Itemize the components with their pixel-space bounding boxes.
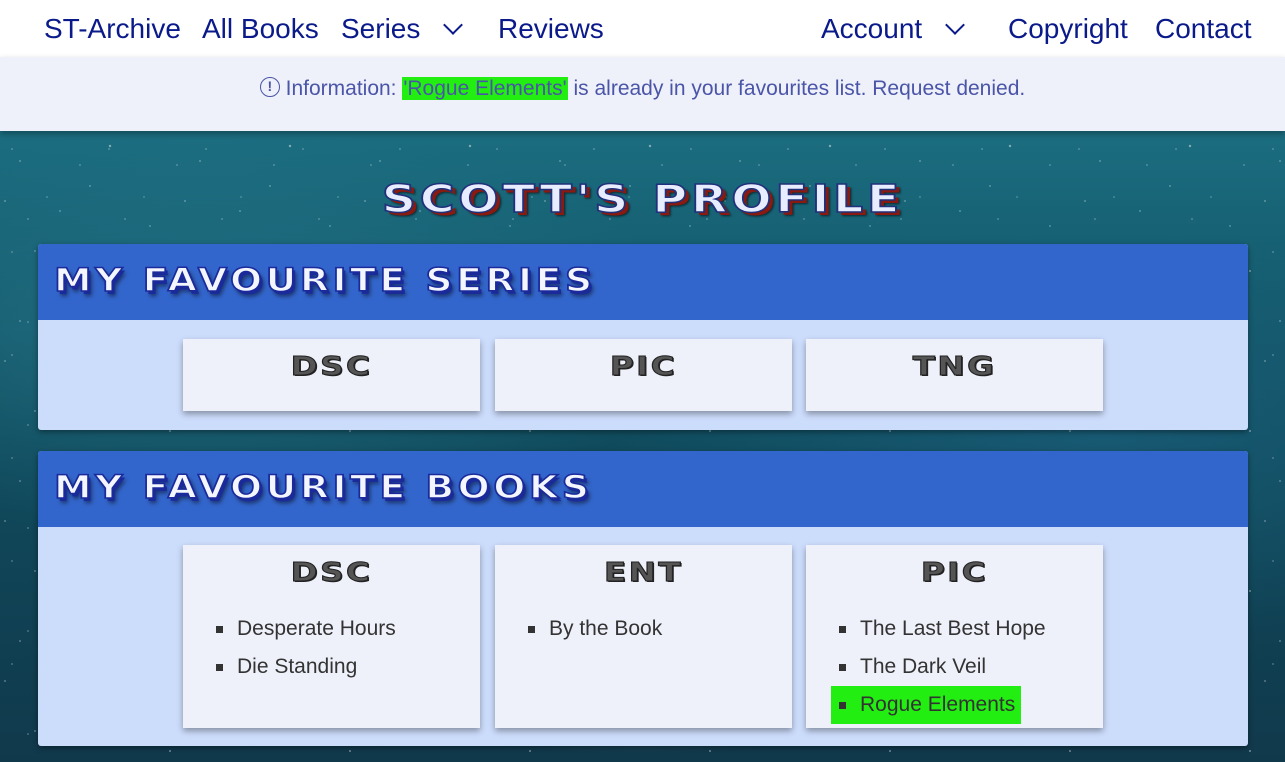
- page-title: Scott's Profile: [381, 176, 904, 222]
- top-navbar: ST-Archive All Books Series Reviews Acco…: [0, 0, 1285, 57]
- panel-title: My Favourite Series: [53, 260, 596, 300]
- nav-series-dropdown[interactable]: Series: [341, 10, 464, 48]
- info-alert: ! Information: 'Rogue Elements' is alrea…: [0, 57, 1285, 131]
- nav-all-books[interactable]: All Books: [202, 10, 319, 48]
- book-list: Desperate Hours Die Standing: [183, 610, 480, 686]
- books-card-dsc: DSC Desperate Hours Die Standing: [183, 545, 480, 728]
- info-circle-icon: !: [259, 77, 280, 98]
- alert-prefix: Information:: [285, 77, 403, 100]
- books-card-ent: ENT By the Book: [495, 545, 792, 728]
- book-list: By the Book: [495, 610, 792, 648]
- series-card[interactable]: PIC: [495, 339, 792, 411]
- nav-account-dropdown[interactable]: Account: [821, 10, 966, 48]
- favourite-series-panel: My Favourite Series DSC PIC TNG: [38, 244, 1248, 430]
- panel-title: My Favourite Books: [53, 467, 593, 507]
- brand-link[interactable]: ST-Archive: [44, 10, 181, 48]
- nav-series-label: Series: [341, 13, 421, 44]
- book-item[interactable]: Desperate Hours: [216, 610, 480, 648]
- chevron-down-icon: [945, 15, 966, 35]
- chevron-down-icon: [443, 15, 464, 35]
- book-item[interactable]: By the Book: [528, 610, 792, 648]
- book-item-highlighted[interactable]: Rogue Elements: [831, 686, 1022, 724]
- series-card-title: TNG: [912, 352, 997, 383]
- nav-reviews[interactable]: Reviews: [498, 10, 604, 48]
- book-list: The Last Best Hope The Dark Veil Rogue E…: [806, 610, 1103, 724]
- alert-highlight: 'Rogue Elements': [402, 77, 568, 100]
- book-item[interactable]: The Dark Veil: [839, 648, 1103, 686]
- nav-copyright[interactable]: Copyright: [1008, 10, 1128, 48]
- series-card[interactable]: DSC: [183, 339, 480, 411]
- alert-suffix: is already in your favourites list. Requ…: [567, 77, 1026, 100]
- books-card-pic: PIC The Last Best Hope The Dark Veil Rog…: [806, 545, 1103, 728]
- series-card[interactable]: TNG: [806, 339, 1103, 411]
- favourite-books-panel: My Favourite Books DSC Desperate Hours D…: [38, 451, 1248, 746]
- book-item[interactable]: Die Standing: [216, 648, 480, 686]
- panel-header: My Favourite Books: [38, 451, 1248, 527]
- book-item[interactable]: The Last Best Hope: [839, 610, 1103, 648]
- panel-header: My Favourite Series: [38, 244, 1248, 320]
- nav-contact[interactable]: Contact: [1155, 10, 1252, 48]
- books-card-title: PIC: [920, 558, 989, 589]
- nav-account-label: Account: [821, 13, 923, 44]
